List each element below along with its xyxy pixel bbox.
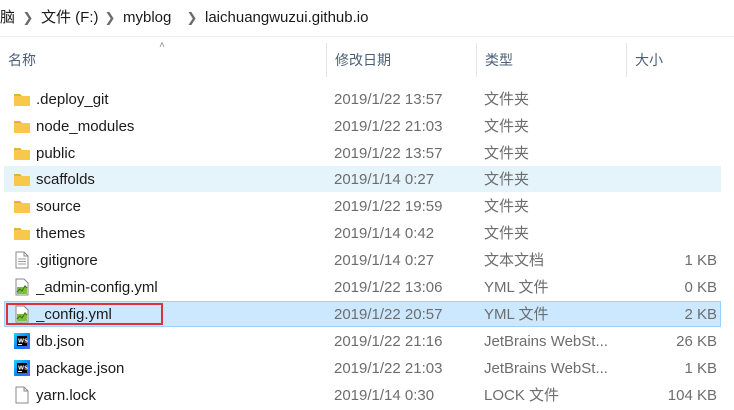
file-date: 2019/1/22 21:03 — [334, 118, 443, 135]
yml-file-icon — [15, 305, 29, 323]
column-type-label: 类型 — [485, 52, 513, 68]
file-row[interactable]: node_modules 2019/1/22 21:03 文件夹 — [4, 113, 721, 139]
file-row[interactable]: themes 2019/1/14 0:42 文件夹 — [4, 220, 721, 246]
breadcrumb-item-pc[interactable]: 脑 — [0, 9, 15, 27]
file-size: 1 KB — [684, 360, 717, 377]
file-name: source — [36, 198, 82, 215]
file-type: 文件夹 — [484, 118, 530, 135]
column-date-label: 修改日期 — [335, 52, 391, 68]
folder-icon — [14, 94, 30, 106]
file-row[interactable]: WS db.json 2019/1/22 21:16 JetBrains Web… — [4, 328, 721, 354]
file-type: 文件夹 — [484, 198, 530, 215]
yml-file-icon — [15, 278, 29, 296]
file-type: 文件夹 — [484, 171, 530, 188]
column-header-name[interactable]: 名称 ˄ — [0, 40, 326, 77]
file-name: .gitignore — [36, 252, 98, 269]
file-row[interactable]: source 2019/1/22 19:59 文件夹 — [4, 193, 721, 219]
folder-icon — [14, 201, 30, 213]
file-size — [625, 167, 717, 193]
file-row[interactable]: .gitignore 2019/1/14 0:27 文本文档 1 KB — [4, 247, 721, 273]
file-size — [625, 114, 717, 140]
file-type: 文件夹 — [484, 91, 530, 108]
file-name: _admin-config.yml — [36, 279, 158, 296]
chevron-right-icon[interactable]: ❯ — [104, 10, 116, 26]
file-date: 2019/1/14 0:42 — [334, 225, 435, 242]
file-type: 文本文档 — [484, 252, 545, 269]
folder-icon — [14, 174, 30, 186]
file-type: 文件夹 — [484, 225, 530, 242]
folder-icon — [14, 121, 30, 133]
file-name: yarn.lock — [36, 387, 97, 404]
sort-ascending-icon: ˄ — [159, 40, 165, 51]
file-name: db.json — [36, 333, 85, 350]
file-name: themes — [36, 225, 86, 242]
file-date: 2019/1/22 13:57 — [334, 145, 443, 162]
file-row[interactable]: public 2019/1/22 13:57 文件夹 — [4, 140, 721, 166]
file-size: 0 KB — [684, 279, 717, 296]
generic-file-icon — [15, 386, 29, 404]
file-row[interactable]: _config.yml 2019/1/22 20:57 YML 文件 2 KB — [4, 301, 721, 327]
file-size — [625, 87, 717, 113]
file-date: 2019/1/22 20:57 — [334, 306, 443, 323]
file-date: 2019/1/14 0:27 — [334, 252, 435, 269]
breadcrumb-item-drive[interactable]: 文件 (F:) — [41, 9, 99, 27]
file-date: 2019/1/22 13:06 — [334, 279, 443, 296]
column-header: 名称 ˄ 修改日期 类型 大小 — [0, 40, 734, 77]
file-size — [625, 141, 717, 167]
file-type: YML 文件 — [484, 279, 549, 296]
file-type: JetBrains WebSt... — [484, 360, 608, 377]
file-name: package.json — [36, 360, 125, 377]
column-header-date[interactable]: 修改日期 — [326, 43, 476, 77]
chevron-right-icon[interactable]: ❯ — [22, 10, 34, 26]
column-size-label: 大小 — [635, 52, 663, 68]
svg-text:WS: WS — [18, 339, 28, 345]
file-date: 2019/1/22 19:59 — [334, 198, 443, 215]
file-name: .deploy_git — [36, 91, 109, 108]
file-size — [625, 194, 717, 220]
column-header-size[interactable]: 大小 — [626, 43, 734, 77]
chevron-right-icon[interactable]: ❯ — [186, 10, 198, 26]
file-type: YML 文件 — [484, 306, 549, 323]
file-date: 2019/1/22 21:03 — [334, 360, 443, 377]
file-size: 1 KB — [684, 252, 717, 269]
column-name-label: 名称 — [8, 52, 36, 68]
file-date: 2019/1/14 0:30 — [334, 387, 435, 404]
svg-text:WS: WS — [18, 366, 28, 372]
file-date: 2019/1/14 0:27 — [334, 171, 435, 188]
file-type: 文件夹 — [484, 145, 530, 162]
breadcrumb: 脑 ❯ 文件 (F:) ❯ myblog ❯ laichuangwuzui.gi… — [0, 0, 734, 37]
breadcrumb-item-myblog[interactable]: myblog — [123, 9, 171, 27]
file-size: 2 KB — [684, 306, 717, 323]
file-name: public — [36, 145, 76, 162]
file-name: node_modules — [36, 118, 135, 135]
file-row[interactable]: yarn.lock 2019/1/14 0:30 LOCK 文件 104 KB — [4, 382, 721, 408]
webstorm-file-icon: WS — [14, 360, 30, 376]
column-header-type[interactable]: 类型 — [476, 43, 626, 77]
file-type: JetBrains WebSt... — [484, 333, 608, 350]
folder-icon — [14, 228, 30, 240]
text-file-icon — [15, 251, 29, 269]
file-date: 2019/1/22 21:16 — [334, 333, 443, 350]
webstorm-file-icon: WS — [14, 333, 30, 349]
file-row[interactable]: WS package.json 2019/1/22 21:03 JetBrain… — [4, 355, 721, 381]
file-size: 104 KB — [667, 387, 717, 404]
file-size: 26 KB — [676, 333, 717, 350]
file-date: 2019/1/22 13:57 — [334, 91, 443, 108]
file-row[interactable]: _admin-config.yml 2019/1/22 13:06 YML 文件… — [4, 274, 721, 300]
file-row[interactable]: .deploy_git 2019/1/22 13:57 文件夹 — [4, 86, 721, 112]
file-size — [625, 221, 717, 247]
folder-icon — [14, 148, 30, 160]
breadcrumb-item-repo[interactable]: laichuangwuzui.github.io — [205, 9, 368, 27]
file-name: _config.yml — [36, 306, 112, 323]
file-type: LOCK 文件 — [484, 387, 560, 404]
file-row[interactable]: scaffolds 2019/1/14 0:27 文件夹 — [4, 166, 721, 192]
file-name: scaffolds — [36, 171, 95, 188]
